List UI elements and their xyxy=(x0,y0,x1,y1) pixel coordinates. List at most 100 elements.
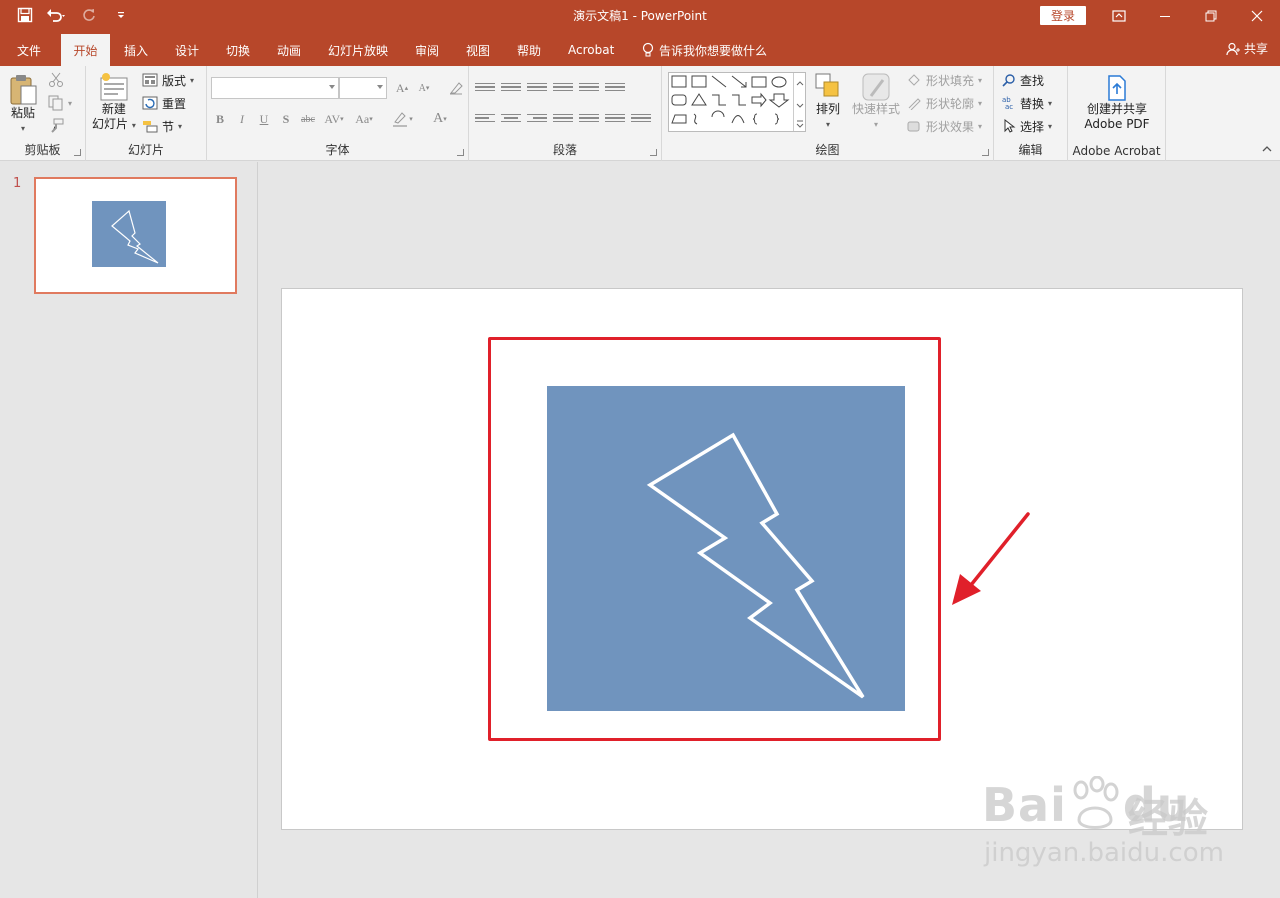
group-label-slides: 幻灯片 xyxy=(127,143,164,157)
tab-view[interactable]: 视图 xyxy=(455,34,501,66)
tab-help[interactable]: 帮助 xyxy=(506,34,552,66)
copy-icon[interactable]: ▾ xyxy=(48,93,72,113)
clear-formatting-icon[interactable] xyxy=(445,77,467,99)
reset-icon xyxy=(142,96,158,110)
text-shadow-icon[interactable]: S xyxy=(275,108,297,130)
smartart-icon[interactable] xyxy=(631,108,651,128)
paste-button[interactable]: 粘贴 ▾ xyxy=(8,72,38,136)
bold-icon[interactable]: B xyxy=(209,108,231,130)
effects-icon xyxy=(907,121,920,132)
create-share-pdf-button[interactable]: 创建并共享 Adobe PDF xyxy=(1068,74,1166,132)
shapes-gallery[interactable] xyxy=(668,72,806,132)
section-button[interactable]: 节 ▾ xyxy=(142,116,182,136)
replace-button[interactable]: ab ac 替换 ▾ xyxy=(1002,93,1052,113)
align-center-icon[interactable] xyxy=(501,108,521,128)
share-button[interactable]: 共享 xyxy=(1226,40,1268,57)
ribbon-display-options-icon[interactable] xyxy=(1096,0,1142,32)
decrease-indent-icon[interactable] xyxy=(527,77,547,97)
layout-button[interactable]: 版式 ▾ xyxy=(142,70,194,90)
tab-animations[interactable]: 动画 xyxy=(266,34,312,66)
adobe-pdf-label: Adobe PDF xyxy=(1084,117,1150,131)
restore-icon[interactable] xyxy=(1188,0,1234,32)
cut-icon[interactable] xyxy=(48,70,64,90)
clipboard-icon xyxy=(10,75,37,105)
distributed-icon[interactable] xyxy=(579,108,599,128)
shape-effects-button[interactable]: 形状效果 ▾ xyxy=(906,116,982,136)
create-share-label: 创建并共享 xyxy=(1086,102,1147,116)
numbering-icon[interactable] xyxy=(501,77,521,97)
text-direction-icon[interactable] xyxy=(605,77,625,97)
lightbulb-icon xyxy=(642,42,654,57)
bullets-icon[interactable] xyxy=(475,77,495,97)
minimize-icon[interactable] xyxy=(1142,0,1188,32)
arrange-icon xyxy=(815,73,839,97)
tab-design[interactable]: 设计 xyxy=(164,34,210,66)
annotation-highlight-frame xyxy=(488,337,941,741)
clipboard-launcher-icon[interactable] xyxy=(74,149,81,156)
tab-transitions[interactable]: 切换 xyxy=(215,34,261,66)
section-label: 节 xyxy=(162,119,175,134)
align-right-icon[interactable] xyxy=(527,108,547,128)
shapes-gallery-icons xyxy=(671,75,790,125)
font-color-icon[interactable]: A ▾ xyxy=(425,108,455,130)
title-bar: 演示文稿1 - PowerPoint 登录 xyxy=(0,0,1280,32)
login-button[interactable]: 登录 xyxy=(1040,6,1086,25)
shrink-font-icon[interactable]: A ▾ xyxy=(413,77,435,99)
tab-insert[interactable]: 插入 xyxy=(113,34,159,66)
ribbon-tabs: 文件 开始 插入 设计 切换 动画 幻灯片放映 审阅 视图 帮助 Acrobat… xyxy=(0,32,1280,66)
grow-font-icon[interactable]: A ▴ xyxy=(391,77,413,99)
font-size-dropdown[interactable] xyxy=(339,77,387,99)
shape-fill-button[interactable]: 形状填充 ▾ xyxy=(906,70,982,90)
columns-icon[interactable] xyxy=(605,108,625,128)
tab-acrobat[interactable]: Acrobat xyxy=(557,34,625,66)
layout-icon xyxy=(142,73,158,87)
collapse-ribbon-icon[interactable] xyxy=(1262,142,1272,156)
underline-icon[interactable]: U xyxy=(253,108,275,130)
group-label-drawing: 绘图 xyxy=(815,143,840,157)
tab-slideshow[interactable]: 幻灯片放映 xyxy=(317,34,399,66)
tab-review[interactable]: 审阅 xyxy=(404,34,450,66)
tab-home[interactable]: 开始 xyxy=(61,34,110,66)
reset-button[interactable]: 重置 xyxy=(142,93,186,113)
group-label-font: 字体 xyxy=(325,143,350,157)
line-spacing-icon[interactable] xyxy=(579,77,599,97)
font-name-dropdown[interactable] xyxy=(211,77,339,99)
shape-outline-button[interactable]: 形状轮廓 ▾ xyxy=(906,93,982,113)
slide-number: 1 xyxy=(13,176,22,191)
font-launcher-icon[interactable] xyxy=(457,149,464,156)
svg-text:ac: ac xyxy=(1005,103,1013,110)
tab-file[interactable]: 文件 xyxy=(6,34,52,66)
pdf-share-icon xyxy=(1108,75,1126,101)
group-font: A ▴ A ▾ B I U S abc AV ▾ Aa ▾ ▾ A ▾ 字体 xyxy=(207,66,469,161)
group-label-acrobat: Adobe Acrobat xyxy=(1072,144,1161,158)
change-case-icon[interactable]: Aa ▾ xyxy=(349,108,379,130)
strikethrough-icon[interactable]: abc xyxy=(297,108,319,130)
format-painter-icon[interactable] xyxy=(48,116,64,136)
new-slide-label: 新建 xyxy=(101,102,126,116)
select-button[interactable]: 选择 ▾ xyxy=(1002,116,1052,136)
align-left-icon[interactable] xyxy=(475,108,495,128)
justify-icon[interactable] xyxy=(553,108,573,128)
increase-indent-icon[interactable] xyxy=(553,77,573,97)
close-icon[interactable] xyxy=(1234,0,1280,32)
paragraph-launcher-icon[interactable] xyxy=(650,149,657,156)
drawing-launcher-icon[interactable] xyxy=(982,149,989,156)
tell-me-search[interactable]: 告诉我你想要做什么 xyxy=(630,34,778,66)
slide-thumbnail[interactable] xyxy=(34,177,237,294)
new-slide-button[interactable]: 新建 幻灯片 ▾ xyxy=(92,72,136,133)
replace-label: 替换 xyxy=(1020,96,1045,111)
shapes-scroll[interactable] xyxy=(793,73,805,131)
highlight-color-icon[interactable]: ▾ xyxy=(379,108,425,130)
arrange-button[interactable]: 排列 ▾ xyxy=(814,72,842,132)
paw-icon xyxy=(1073,775,1119,829)
ribbon: 粘贴 ▾ ▾ 剪贴板 新建 幻灯片 ▾ 版式 ▾ 重置 节 ▾ 幻灯片 A ▴ … xyxy=(0,66,1280,161)
thumbnail-pane: 1 xyxy=(0,162,258,898)
quick-styles-button[interactable]: 快速样式 ▾ xyxy=(852,72,900,132)
watermark-url: jingyan.baidu.com xyxy=(984,838,1224,868)
new-slide-icon xyxy=(100,73,128,101)
character-spacing-icon[interactable]: AV ▾ xyxy=(319,108,349,130)
shape-effects-label: 形状效果 xyxy=(926,119,975,134)
window-title: 演示文稿1 - PowerPoint xyxy=(573,9,707,23)
find-button[interactable]: 查找 xyxy=(1002,70,1044,90)
italic-icon[interactable]: I xyxy=(231,108,253,130)
